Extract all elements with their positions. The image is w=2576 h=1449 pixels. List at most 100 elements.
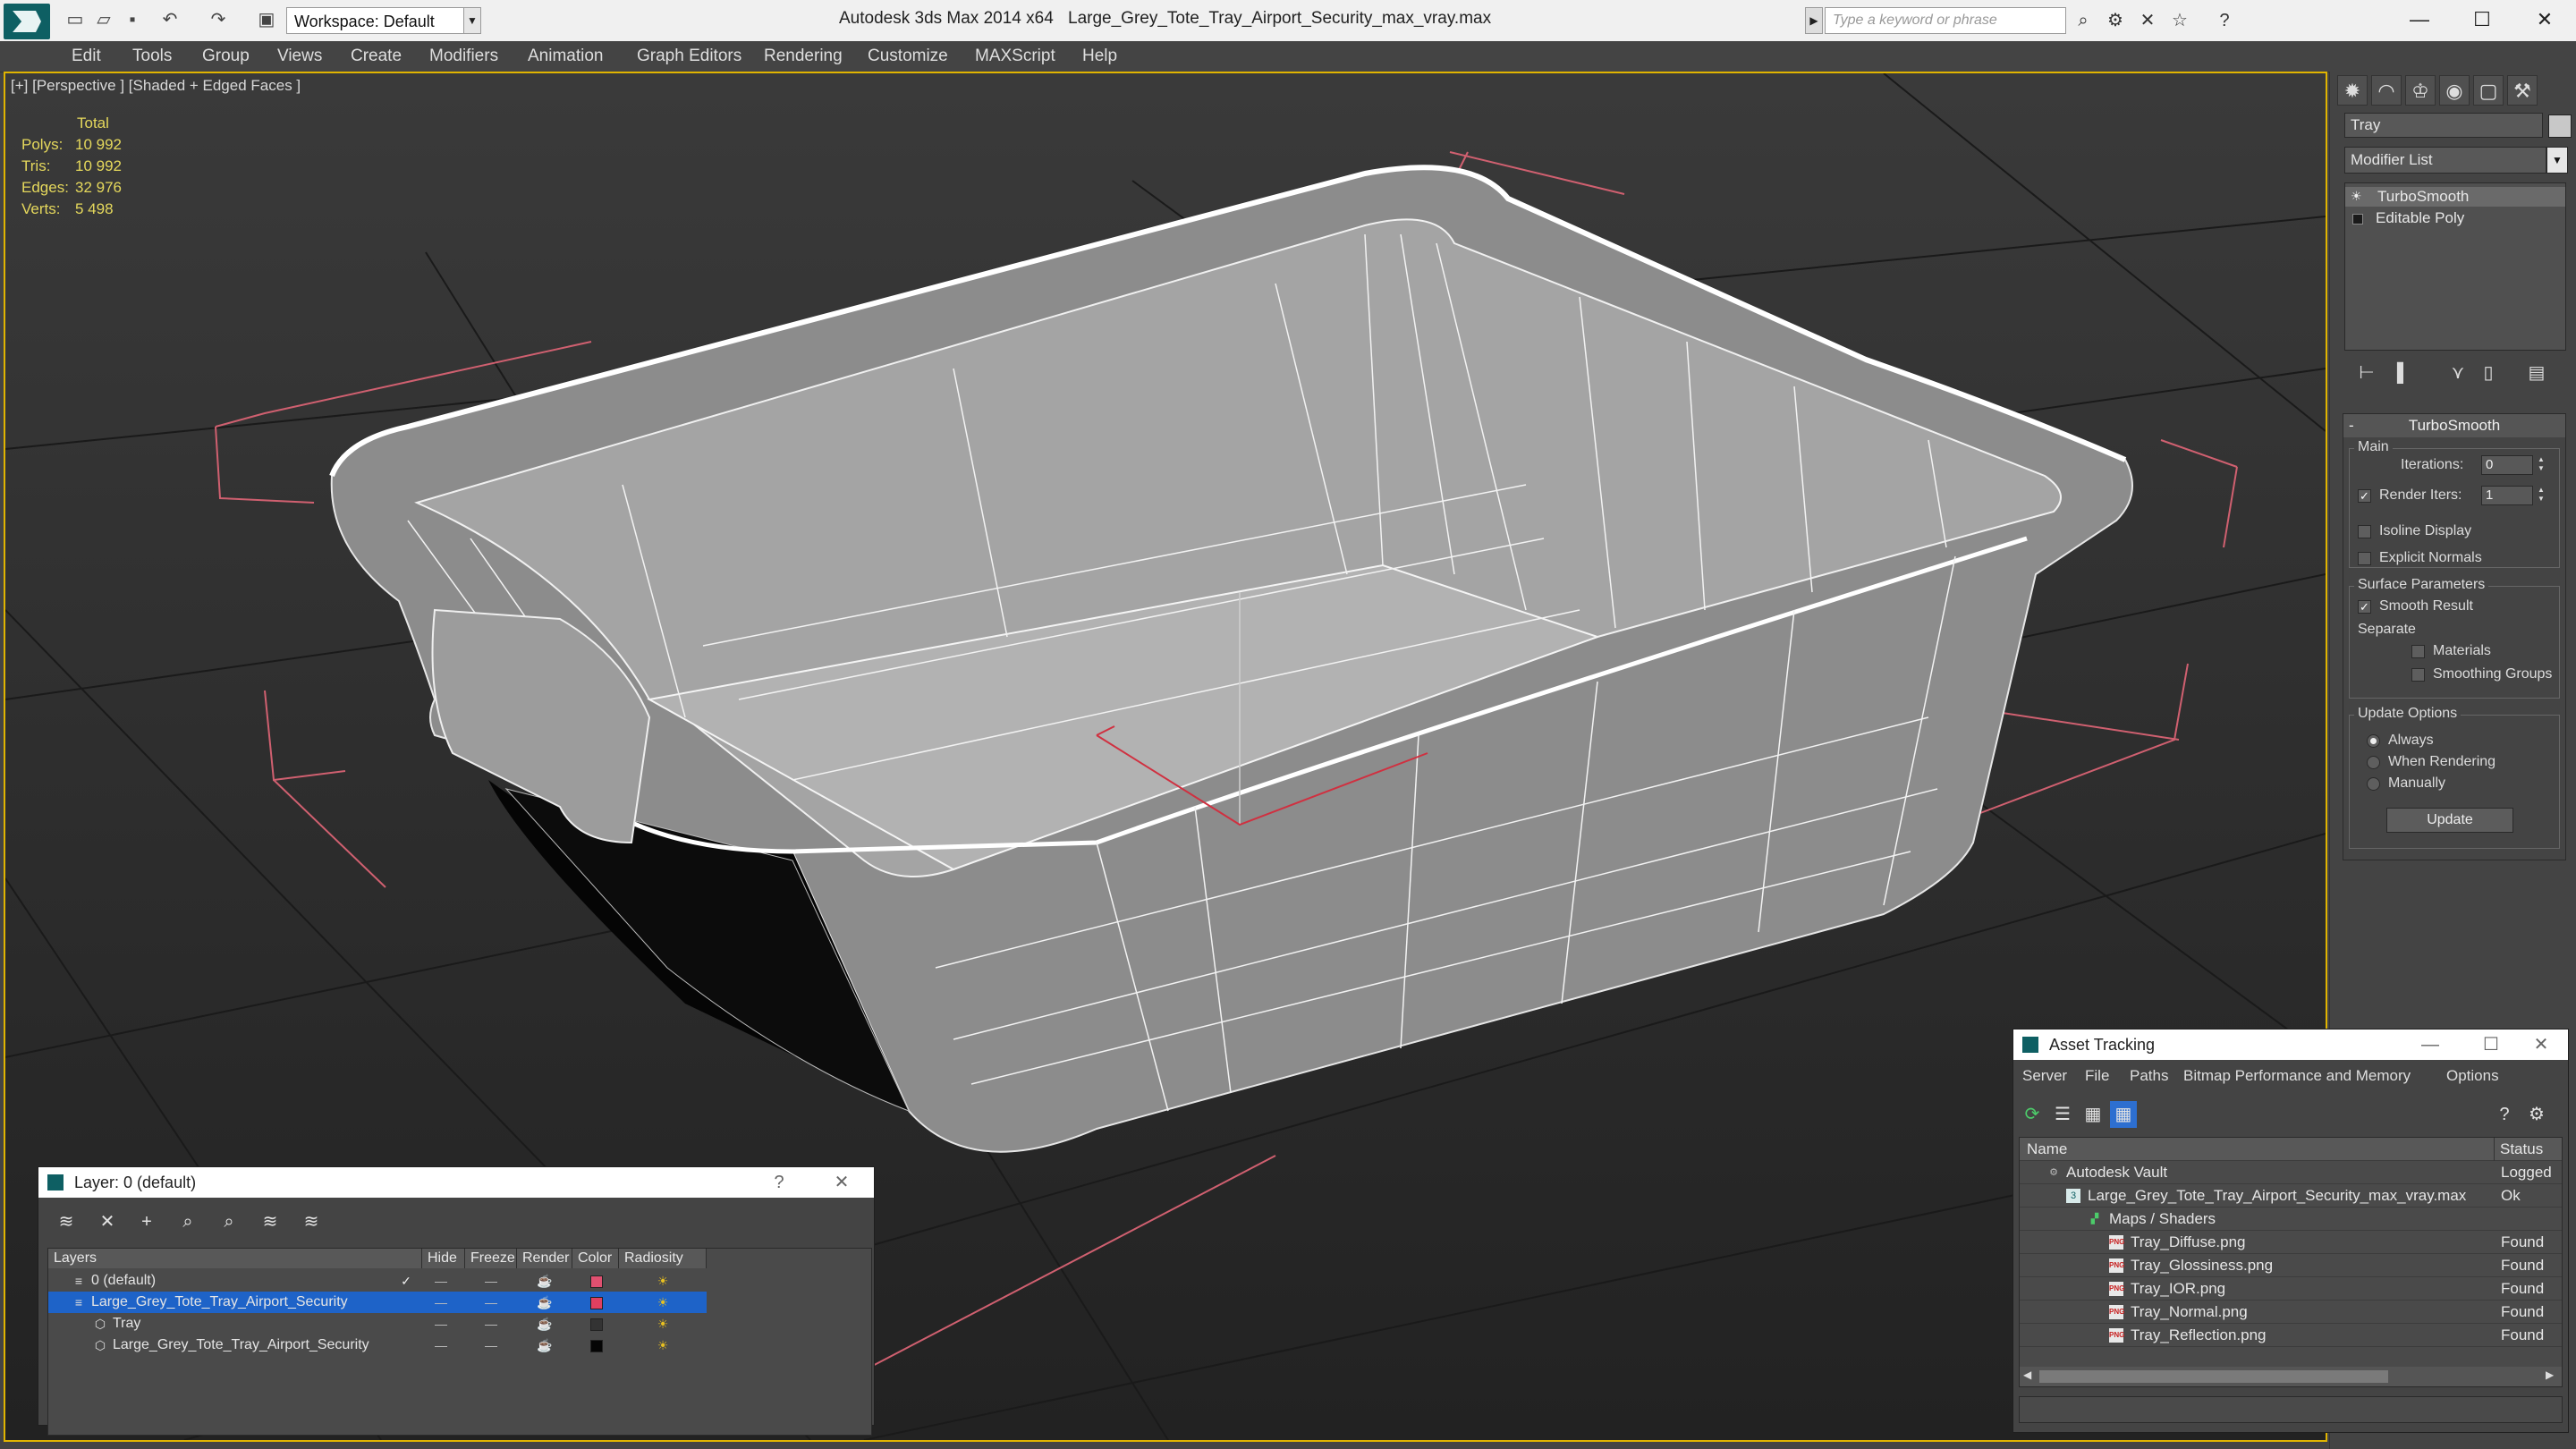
chevron-down-icon[interactable]: ▼ [2546,147,2568,174]
column-header[interactable]: Status [2494,1138,2543,1161]
menu-bitmap-performance[interactable]: Bitmap Performance and Memory [2183,1067,2411,1085]
explicit-normals-checkbox[interactable] [2358,552,2371,565]
rollout-header[interactable]: - TurboSmooth [2343,414,2565,437]
smoothing-groups-checkbox[interactable] [2411,668,2425,682]
hide-all-icon[interactable]: ≋ [257,1208,284,1235]
radiosity-icon[interactable]: ☀ [649,1270,676,1292]
render-teapot-icon[interactable]: ☕ [531,1292,558,1313]
layer-color-swatch[interactable] [590,1275,603,1288]
isoline-display-checkbox[interactable] [2358,525,2371,538]
menu-maxscript[interactable]: MAXScript [975,47,1055,66]
freeze-toggle[interactable]: — [478,1313,504,1335]
column-header[interactable]: Render [517,1249,572,1268]
table-row[interactable]: PNG Tray_Glossiness.png Found [2020,1254,2562,1277]
menu-edit[interactable]: Edit [72,47,101,66]
layer-row[interactable]: ⬡ Large_Grey_Tote_Tray_Airport_Security … [48,1335,707,1356]
column-header[interactable]: Freeze [465,1249,517,1268]
modifier-list-select[interactable]: Modifier List [2344,147,2546,174]
menu-graph-editors[interactable]: Graph Editors [637,47,741,66]
iterations-spinner[interactable]: 0 [2481,455,2533,475]
asset-path-field[interactable] [2019,1396,2563,1423]
menu-customize[interactable]: Customize [868,47,948,66]
stack-item-editable-poly[interactable]: Editable Poly [2345,208,2565,228]
create-tab-sun-icon[interactable]: ✹ [2337,75,2368,106]
freeze-toggle[interactable]: — [478,1270,504,1292]
search-input[interactable]: Type a keyword or phrase [1825,7,2066,34]
radiosity-icon[interactable]: ☀ [649,1313,676,1335]
layer-row[interactable]: ≡ Large_Grey_Tote_Tray_Airport_Security … [48,1292,707,1313]
stack-item-turbosmooth[interactable]: ☀ TurboSmooth [2345,187,2565,207]
hide-toggle[interactable]: — [428,1335,454,1356]
maximize-button[interactable]: ☐ [2451,0,2513,39]
layer-row[interactable]: ≡ 0 (default) ✓ — — ☕ ☀ [48,1270,707,1292]
smooth-result-checkbox[interactable]: ✓ [2358,600,2371,614]
redo-icon[interactable]: ↷ [208,9,229,30]
menu-create[interactable]: Create [351,47,402,66]
spinner-arrows-icon[interactable]: ▲ ▼ [2535,486,2547,505]
binoculars-icon[interactable]: ⌕ [2072,9,2095,32]
column-header[interactable]: Color [572,1249,619,1268]
project-folder-icon[interactable]: ▣ [256,9,277,30]
menu-server[interactable]: Server [2022,1067,2067,1085]
layer-color-swatch[interactable] [590,1340,603,1352]
close-button[interactable]: ✕ [824,1167,860,1198]
workspace-select[interactable]: Workspace: Default [286,7,465,34]
collapse-icon[interactable]: - [2349,414,2354,437]
materials-checkbox[interactable] [2411,645,2425,658]
window-titlebar[interactable]: Asset Tracking — ☐ ✕ [2013,1030,2568,1060]
new-file-icon[interactable]: ▭ [64,9,86,30]
column-header[interactable]: Radiosity [619,1249,707,1268]
hierarchy-tab-icon[interactable]: ♔ [2405,75,2436,106]
close-button[interactable]: ✕ [2523,1030,2559,1060]
table-row[interactable]: 3 Large_Grey_Tote_Tray_Airport_Security_… [2020,1184,2562,1208]
configure-sets-icon[interactable]: ▤ [2523,360,2550,386]
refresh-icon[interactable]: ⟳ [2019,1101,2046,1128]
layer-color-swatch[interactable] [590,1297,603,1309]
menu-options[interactable]: Options [2446,1067,2499,1085]
table-row[interactable]: PNG Tray_Reflection.png Found [2020,1324,2562,1347]
hide-toggle[interactable]: — [428,1270,454,1292]
freeze-all-icon[interactable]: ≋ [298,1208,325,1235]
freeze-toggle[interactable]: — [478,1292,504,1313]
favorites-star-icon[interactable]: ☆ [2168,9,2191,32]
menu-paths[interactable]: Paths [2130,1067,2168,1085]
remove-modifier-icon[interactable]: ▯ [2475,360,2502,386]
menu-help[interactable]: Help [1082,47,1117,66]
highlight-layer-icon[interactable]: ⌕ [216,1208,242,1235]
show-end-result-icon[interactable]: ▐ [2384,360,2411,386]
menu-tools[interactable]: Tools [132,47,172,66]
viewport-label[interactable]: [+] [Perspective ] [Shaded + Edged Faces… [11,77,301,95]
horizontal-scrollbar[interactable]: ◀ ▶ [2020,1367,2562,1386]
maximize-button[interactable]: ☐ [2473,1030,2509,1060]
undo-icon[interactable]: ↶ [159,9,181,30]
layer-color-swatch[interactable] [590,1318,603,1331]
radiosity-icon[interactable]: ☀ [649,1335,676,1356]
column-header[interactable]: Hide [422,1249,465,1268]
table-row[interactable]: ▞ Maps / Shaders [2020,1208,2562,1231]
always-radio[interactable] [2367,734,2380,748]
make-unique-icon[interactable]: ⋎ [2445,360,2471,386]
menu-modifiers[interactable]: Modifiers [429,47,498,66]
expand-box-icon[interactable] [2352,214,2363,225]
list-view-icon[interactable]: ☰ [2049,1101,2076,1128]
column-header[interactable]: Name [2027,1138,2067,1161]
menu-group[interactable]: Group [202,47,250,66]
object-name-field[interactable]: Tray [2344,113,2543,138]
hide-toggle[interactable]: — [428,1313,454,1335]
communication-icon[interactable]: ✕ [2136,9,2159,32]
search-expand-icon[interactable]: ▶ [1805,7,1823,34]
chevron-down-icon[interactable]: ▼ [463,7,481,34]
scrollbar-thumb[interactable] [2039,1370,2388,1383]
create-layer-icon[interactable]: ≋ [53,1208,80,1235]
thumbnail-view-icon[interactable]: ▦ [2080,1101,2106,1128]
render-iters-spinner[interactable]: 1 [2481,486,2533,505]
utilities-tab-icon[interactable]: ⚒ [2507,75,2538,106]
chevron-right-icon[interactable]: ▶ [2546,1368,2554,1381]
table-row[interactable]: PNG Tray_IOR.png Found [2020,1277,2562,1301]
menu-rendering[interactable]: Rendering [764,47,843,66]
save-icon[interactable]: ▪ [122,9,143,30]
hide-toggle[interactable]: — [428,1292,454,1313]
menu-file[interactable]: File [2085,1067,2109,1085]
table-row[interactable]: ⚙ Autodesk Vault Logged [2020,1161,2562,1184]
render-teapot-icon[interactable]: ☕ [531,1270,558,1292]
